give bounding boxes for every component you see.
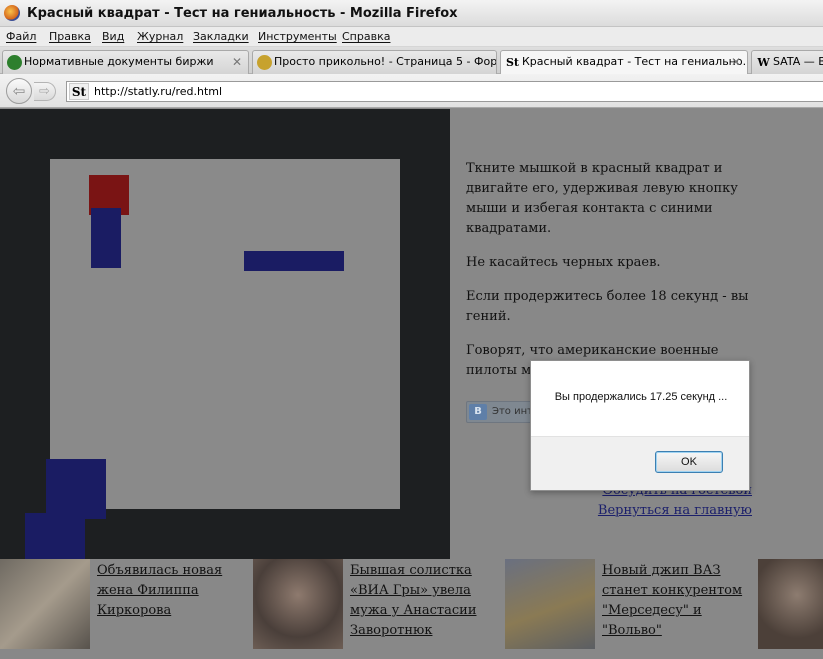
tab-normative-docs[interactable]: Нормативные документы биржи ✕ xyxy=(2,50,249,74)
news-thumbnail[interactable] xyxy=(505,559,595,649)
arrow-left-icon: ⇦ xyxy=(12,82,26,100)
close-icon[interactable]: ✕ xyxy=(731,51,741,73)
site-identity-icon[interactable]: St xyxy=(69,83,89,100)
tab-label: Нормативные документы биржи xyxy=(24,55,214,68)
forward-button[interactable]: ⇨ xyxy=(34,82,56,101)
news-link[interactable]: Новый джип ВАЗ станет конкурентом "Мерсе… xyxy=(602,561,752,641)
close-icon[interactable]: ✕ xyxy=(232,51,242,73)
home-link[interactable]: Вернуться на главную xyxy=(598,501,752,521)
address-bar[interactable]: St http://statly.ru/red.html xyxy=(66,81,823,102)
smiley-icon xyxy=(257,55,272,70)
url-text[interactable]: http://statly.ru/red.html xyxy=(94,85,222,98)
firefox-icon xyxy=(4,5,20,21)
tab-bar: Нормативные документы биржи ✕ Просто при… xyxy=(0,47,823,75)
menu-tools[interactable]: Инструменты xyxy=(258,30,337,43)
news-link[interactable]: Объявилась новая жена Филиппа Киркорова xyxy=(97,561,247,621)
wikipedia-icon: W xyxy=(757,56,770,69)
window-titlebar: Красный квадрат - Тест на гениальность -… xyxy=(0,0,823,27)
news-item[interactable] xyxy=(758,559,823,654)
blue-square xyxy=(244,251,344,271)
blue-square xyxy=(25,513,85,563)
news-item[interactable]: Новый джип ВАЗ станет конкурентом "Мерсе… xyxy=(505,559,755,654)
news-link[interactable]: Бывшая солистка «ВИА Гры» увела мужа у А… xyxy=(350,561,500,641)
vk-logo-icon: В xyxy=(469,404,487,420)
alert-dialog: Вы продержались 17.25 секунд ... OK xyxy=(530,360,750,491)
alert-footer: OK xyxy=(531,436,749,490)
news-item[interactable]: Объявилась новая жена Филиппа Киркорова xyxy=(0,559,250,654)
menu-help[interactable]: Справка xyxy=(342,30,390,43)
menu-edit[interactable]: Правка xyxy=(49,30,91,43)
news-thumbnail[interactable] xyxy=(253,559,343,649)
tab-label: Просто прикольно! - Страница 5 - Форум xyxy=(274,55,497,68)
tab-red-square[interactable]: St Красный квадрат - Тест на гениально..… xyxy=(500,50,748,75)
tab-label: SATA — Ви xyxy=(773,55,823,68)
arrow-right-icon: ⇨ xyxy=(39,84,50,99)
menu-bar: Файл Правка Вид Журнал Закладки Инструме… xyxy=(0,27,823,47)
tab-sata[interactable]: W SATA — Ви xyxy=(751,50,823,74)
news-item[interactable]: Бывшая солистка «ВИА Гры» увела мужа у А… xyxy=(253,559,503,654)
menu-history[interactable]: Журнал xyxy=(137,30,183,43)
news-strip: Объявилась новая жена Филиппа Киркорова … xyxy=(0,559,823,659)
back-button[interactable]: ⇦ xyxy=(6,78,32,104)
news-thumbnail[interactable] xyxy=(0,559,90,649)
instruction-text: Если продержитесь более 18 секунд - вы г… xyxy=(466,289,749,324)
alert-message: Вы продержались 17.25 секунд ... xyxy=(554,391,728,403)
blue-square xyxy=(46,459,106,519)
tab-label: Красный квадрат - Тест на гениально... xyxy=(522,55,748,68)
blue-square xyxy=(91,208,121,268)
site-icon: St xyxy=(505,56,520,69)
window-title: Красный квадрат - Тест на гениальность -… xyxy=(27,6,458,21)
menu-bookmarks[interactable]: Закладки xyxy=(193,30,249,43)
vk-label: Это инт xyxy=(492,406,533,417)
menu-view[interactable]: Вид xyxy=(102,30,124,43)
green-globe-icon xyxy=(7,55,22,70)
navigation-toolbar: ⇦ ⇨ St http://statly.ru/red.html xyxy=(0,74,823,108)
news-thumbnail[interactable] xyxy=(758,559,823,649)
instruction-text: Не касайтесь черных краев. xyxy=(466,255,661,270)
menu-file[interactable]: Файл xyxy=(6,30,36,43)
tab-forum[interactable]: Просто прикольно! - Страница 5 - Форум xyxy=(252,50,497,74)
game-border xyxy=(0,109,450,563)
instruction-text: Ткните мышкой в красный квадрат и двигай… xyxy=(466,161,738,236)
ok-button[interactable]: OK xyxy=(655,451,723,473)
